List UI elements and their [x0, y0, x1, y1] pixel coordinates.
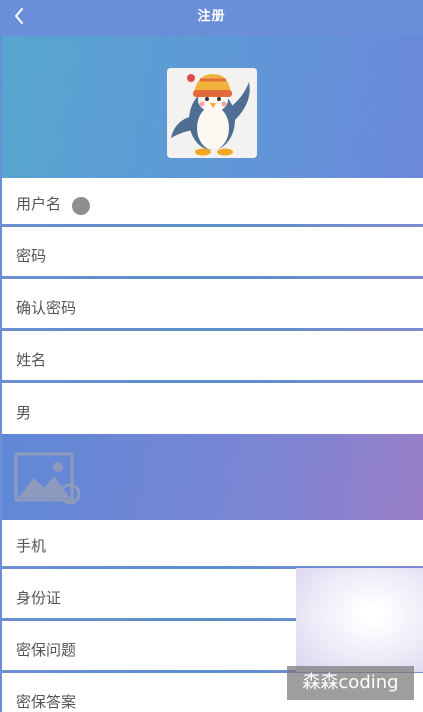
gender-value: 男: [16, 404, 32, 422]
name-field[interactable]: 姓名: [0, 334, 423, 383]
field-divider: [0, 328, 423, 331]
id-card-label: 身份证: [16, 589, 62, 607]
username-field[interactable]: 用户名: [0, 178, 423, 227]
faded-overlay: [296, 568, 423, 672]
confirm-password-label: 确认密码: [16, 299, 77, 317]
password-label: 密码: [16, 247, 47, 265]
avatar[interactable]: [167, 68, 257, 158]
register-page: 注册 用户名 密码 确认密码 姓名 男 手机 身份证 密保问题 密保答案 森森c…: [0, 0, 423, 712]
security-question-label: 密保问题: [16, 641, 77, 659]
field-divider: [0, 276, 423, 279]
gender-selector[interactable]: 男: [0, 385, 423, 434]
watermark: 森森coding: [287, 666, 414, 700]
input-cursor-dot: [72, 197, 90, 215]
photo-upload-button[interactable]: [14, 452, 81, 506]
field-divider: [0, 380, 423, 383]
nav-bar: 注册: [0, 0, 423, 36]
confirm-password-field[interactable]: 确认密码: [0, 282, 423, 331]
image-placeholder-icon: [14, 452, 81, 505]
field-divider: [0, 224, 423, 227]
password-field[interactable]: 密码: [0, 230, 423, 279]
photo-upload-section: [0, 434, 423, 520]
avatar-section: [0, 36, 423, 178]
security-answer-label: 密保答案: [16, 693, 77, 711]
username-label: 用户名: [16, 195, 62, 213]
penguin-avatar-icon: [167, 68, 257, 158]
name-label: 姓名: [16, 351, 47, 369]
phone-label: 手机: [16, 537, 47, 555]
page-title: 注册: [197, 9, 226, 24]
phone-field[interactable]: 手机: [0, 520, 423, 569]
